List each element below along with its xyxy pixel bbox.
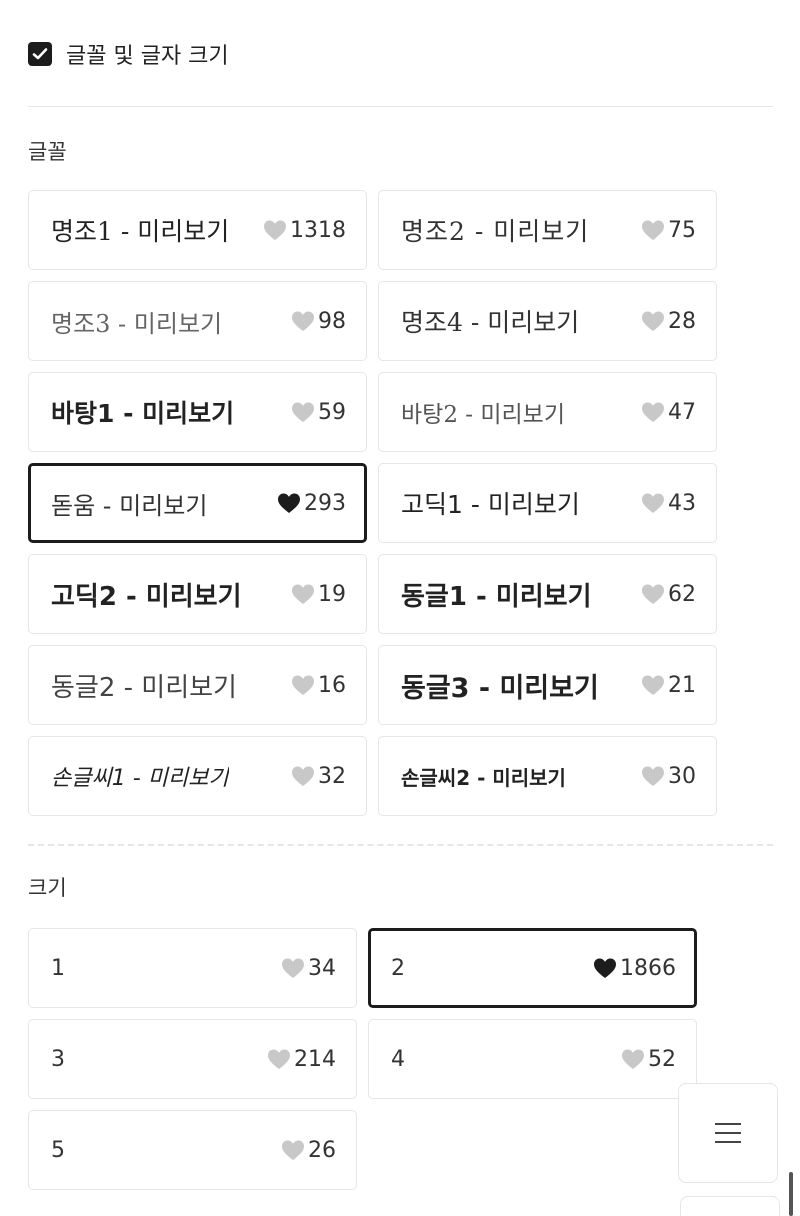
divider: [28, 106, 773, 107]
font-option-label: 동글3 - 미리보기: [401, 672, 599, 704]
font-option-label: 동글2 - 미리보기: [51, 672, 237, 703]
font-option-label: 명조3 - 미리보기: [51, 309, 223, 338]
font-option-donggeul2[interactable]: 동글2 - 미리보기 16: [28, 645, 367, 725]
check-icon: [32, 48, 48, 60]
size-option-label: 3: [51, 1046, 65, 1072]
heart-icon: [291, 765, 315, 787]
size-option-4[interactable]: 4 52: [368, 1019, 697, 1099]
heart-icon: [641, 765, 665, 787]
heart-icon: [641, 674, 665, 696]
heart-icon: [267, 1048, 291, 1070]
size-option-label: 5: [51, 1137, 65, 1163]
like-count[interactable]: 16: [291, 673, 346, 698]
font-option-donggeul3[interactable]: 동글3 - 미리보기 21: [378, 645, 717, 725]
size-option-2[interactable]: 2 1866: [368, 928, 697, 1008]
heart-icon: [291, 674, 315, 696]
secondary-floating-button[interactable]: [680, 1196, 780, 1216]
like-count[interactable]: 75: [641, 218, 696, 243]
like-count[interactable]: 293: [277, 491, 346, 516]
font-settings-page: 글꼴 및 글자 크기 글꼴 명조1 - 미리보기 1318 명조2 - 미리보기…: [0, 0, 800, 1216]
heart-icon: [621, 1048, 645, 1070]
like-count[interactable]: 34: [281, 956, 336, 981]
heart-icon: [281, 1139, 305, 1161]
heart-icon: [281, 957, 305, 979]
like-count[interactable]: 59: [291, 400, 346, 425]
size-option-label: 4: [391, 1046, 405, 1072]
like-count[interactable]: 62: [641, 582, 696, 607]
font-option-label: 손글씨1 - 미리보기: [51, 766, 229, 791]
like-count[interactable]: 1318: [263, 218, 346, 243]
like-count[interactable]: 32: [291, 764, 346, 789]
font-option-label: 손글씨2 - 미리보기: [401, 765, 566, 790]
size-options-grid: 1 34 2 1866 3 214 4 52 5 26: [28, 928, 697, 1190]
like-count[interactable]: 1866: [593, 956, 676, 981]
fonts-section-title: 글꼴: [28, 140, 67, 164]
size-option-3[interactable]: 3 214: [28, 1019, 357, 1099]
heart-icon: [263, 219, 287, 241]
font-option-label: 동글1 - 미리보기: [401, 581, 592, 612]
heart-icon: [641, 492, 665, 514]
heart-icon: [641, 310, 665, 332]
font-option-label: 돋움 - 미리보기: [51, 491, 208, 520]
heart-icon: [277, 492, 301, 514]
font-size-setting-row[interactable]: 글꼴 및 글자 크기: [28, 38, 229, 70]
font-setting-checkbox[interactable]: [28, 42, 52, 66]
heart-icon: [291, 401, 315, 423]
heart-icon: [291, 583, 315, 605]
size-option-5[interactable]: 5 26: [28, 1110, 357, 1190]
font-option-label: 바탕2 - 미리보기: [401, 402, 565, 428]
section-divider: [28, 844, 773, 846]
font-option-batang1[interactable]: 바탕1 - 미리보기 59: [28, 372, 367, 452]
font-option-myeongjo1[interactable]: 명조1 - 미리보기 1318: [28, 190, 367, 270]
size-option-1[interactable]: 1 34: [28, 928, 357, 1008]
font-option-gothic1[interactable]: 고딕1 - 미리보기 43: [378, 463, 717, 543]
font-option-myeongjo4[interactable]: 명조4 - 미리보기 28: [378, 281, 717, 361]
like-count[interactable]: 26: [281, 1138, 336, 1163]
font-option-batang2[interactable]: 바탕2 - 미리보기 47: [378, 372, 717, 452]
size-option-label: 1: [51, 955, 65, 981]
like-count[interactable]: 43: [641, 491, 696, 516]
heart-icon: [291, 310, 315, 332]
scrollbar-thumb[interactable]: [789, 1172, 793, 1216]
font-option-label: 명조4 - 미리보기: [401, 308, 580, 337]
like-count[interactable]: 19: [291, 582, 346, 607]
heart-icon: [641, 401, 665, 423]
font-option-donggeul1[interactable]: 동글1 - 미리보기 62: [378, 554, 717, 634]
font-option-gothic2[interactable]: 고딕2 - 미리보기 19: [28, 554, 367, 634]
font-option-handwriting1[interactable]: 손글씨1 - 미리보기 32: [28, 736, 367, 816]
sizes-section-title: 크기: [28, 876, 67, 900]
like-count[interactable]: 214: [267, 1047, 336, 1072]
font-option-label: 고딕1 - 미리보기: [401, 490, 580, 519]
font-option-myeongjo2[interactable]: 명조2 - 미리보기 75: [378, 190, 717, 270]
size-option-label: 2: [391, 955, 405, 981]
like-count[interactable]: 98: [291, 309, 346, 334]
like-count[interactable]: 21: [641, 673, 696, 698]
like-count[interactable]: 47: [641, 400, 696, 425]
heart-icon: [593, 957, 617, 979]
menu-button[interactable]: [678, 1083, 778, 1183]
font-option-myeongjo3[interactable]: 명조3 - 미리보기 98: [28, 281, 367, 361]
font-option-label: 고딕2 - 미리보기: [51, 581, 242, 612]
font-options-grid: 명조1 - 미리보기 1318 명조2 - 미리보기 75 명조3 - 미리보기…: [28, 190, 717, 816]
font-option-label: 명조1 - 미리보기: [51, 217, 230, 246]
heart-icon: [641, 583, 665, 605]
like-count[interactable]: 30: [641, 764, 696, 789]
heart-icon: [641, 219, 665, 241]
font-option-dotum[interactable]: 돋움 - 미리보기 293: [28, 463, 367, 543]
font-option-label: 바탕1 - 미리보기: [51, 399, 235, 428]
font-option-handwriting2[interactable]: 손글씨2 - 미리보기 30: [378, 736, 717, 816]
font-option-label: 명조2 - 미리보기: [401, 217, 590, 246]
like-count[interactable]: 52: [621, 1047, 676, 1072]
like-count[interactable]: 28: [641, 309, 696, 334]
font-setting-label: 글꼴 및 글자 크기: [66, 44, 229, 69]
hamburger-menu-icon: [715, 1123, 741, 1143]
